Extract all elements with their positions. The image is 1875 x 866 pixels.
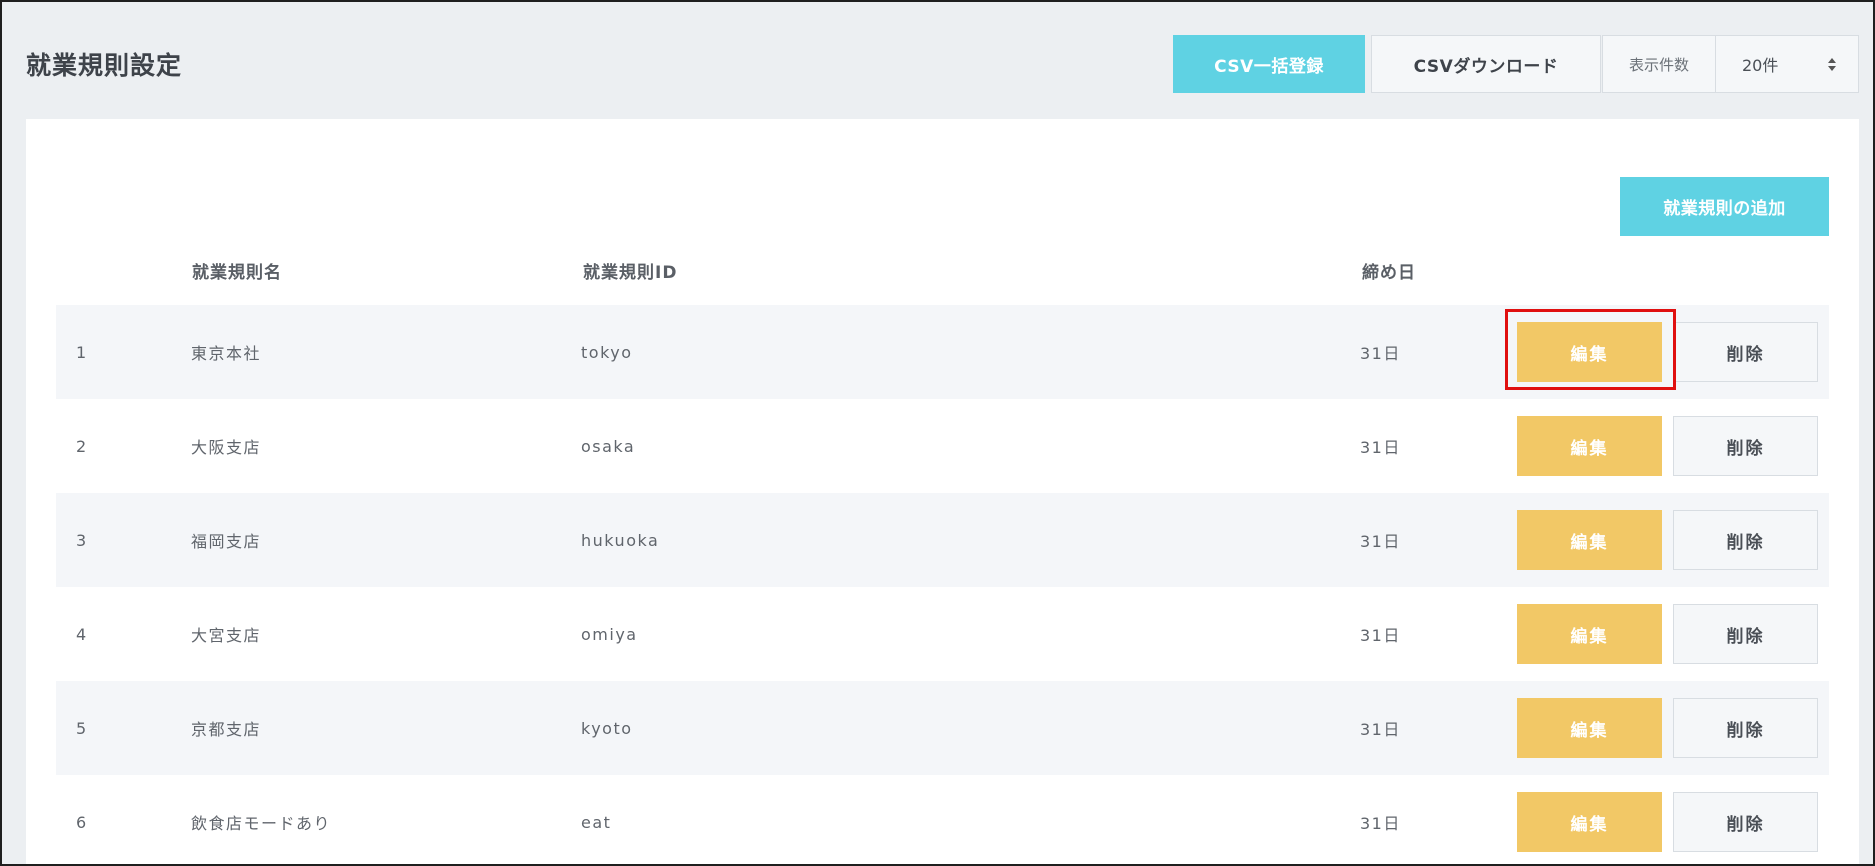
delete-button[interactable]: 削除 (1673, 698, 1818, 758)
page-title: 就業規則設定 (26, 51, 183, 80)
row-number: 1 (76, 342, 88, 362)
edit-button[interactable]: 編集 (1517, 604, 1662, 664)
edit-button[interactable]: 編集 (1517, 698, 1662, 758)
rule-name: 東京本社 (191, 344, 262, 363)
edit-button[interactable]: 編集 (1517, 792, 1662, 852)
rule-name: 大宮支店 (191, 626, 262, 645)
table-row: 3 福岡支店 hukuoka 31日 編集 削除 (56, 493, 1829, 587)
closing-day: 31日 (1360, 438, 1401, 457)
per-page-value: 20件 (1742, 56, 1779, 75)
per-page-select[interactable]: 20件 (1716, 36, 1858, 92)
table-row: 4 大宮支店 omiya 31日 編集 削除 (56, 587, 1829, 681)
select-arrows-icon (1828, 57, 1836, 71)
rule-id: tokyo (581, 342, 633, 362)
csv-upload-button[interactable]: CSV一括登録 (1173, 35, 1365, 93)
delete-button[interactable]: 削除 (1673, 604, 1818, 664)
row-number: 2 (76, 436, 88, 456)
edit-button[interactable]: 編集 (1517, 322, 1662, 382)
app-frame: 就業規則設定 CSV一括登録 CSVダウンロード 表示件数 20件 就業規則の追… (0, 0, 1875, 866)
per-page-control: 表示件数 20件 (1602, 35, 1859, 93)
row-number: 6 (76, 812, 88, 832)
edit-button[interactable]: 編集 (1517, 510, 1662, 570)
table-row: 5 京都支店 kyoto 31日 編集 削除 (56, 681, 1829, 775)
edit-button[interactable]: 編集 (1517, 416, 1662, 476)
delete-button[interactable]: 削除 (1673, 322, 1818, 382)
table-row: 6 飲食店モードあり eat 31日 編集 削除 (56, 775, 1829, 864)
closing-day: 31日 (1360, 626, 1401, 645)
closing-day: 31日 (1360, 814, 1401, 833)
content-panel: 就業規則の追加 就業規則名 就業規則ID 締め日 1 東京本社 tokyo 31… (26, 119, 1859, 864)
table-row: 2 大阪支店 osaka 31日 編集 削除 (56, 399, 1829, 493)
rule-name: 飲食店モードあり (191, 814, 332, 833)
per-page-label: 表示件数 (1603, 36, 1716, 92)
rule-id: kyoto (581, 718, 633, 738)
rule-name: 福岡支店 (191, 532, 262, 551)
rule-id: omiya (581, 624, 638, 644)
table-row: 1 東京本社 tokyo 31日 編集 削除 (56, 305, 1829, 399)
row-number: 3 (76, 530, 88, 550)
rule-id: osaka (581, 436, 636, 456)
delete-button[interactable]: 削除 (1673, 510, 1818, 570)
csv-download-button[interactable]: CSVダウンロード (1371, 35, 1601, 93)
add-work-rule-button[interactable]: 就業規則の追加 (1620, 177, 1829, 236)
rule-id: hukuoka (581, 530, 660, 550)
closing-day: 31日 (1360, 720, 1401, 739)
row-number: 5 (76, 718, 88, 738)
column-header-id: 就業規則ID (583, 263, 678, 283)
delete-button[interactable]: 削除 (1673, 416, 1818, 476)
rule-name: 大阪支店 (191, 438, 262, 457)
delete-button[interactable]: 削除 (1673, 792, 1818, 852)
rule-name: 京都支店 (191, 720, 262, 739)
closing-day: 31日 (1360, 344, 1401, 363)
column-header-closing-day: 締め日 (1362, 263, 1416, 283)
column-header-name: 就業規則名 (192, 263, 282, 283)
row-number: 4 (76, 624, 88, 644)
rule-id: eat (581, 812, 612, 832)
closing-day: 31日 (1360, 532, 1401, 551)
